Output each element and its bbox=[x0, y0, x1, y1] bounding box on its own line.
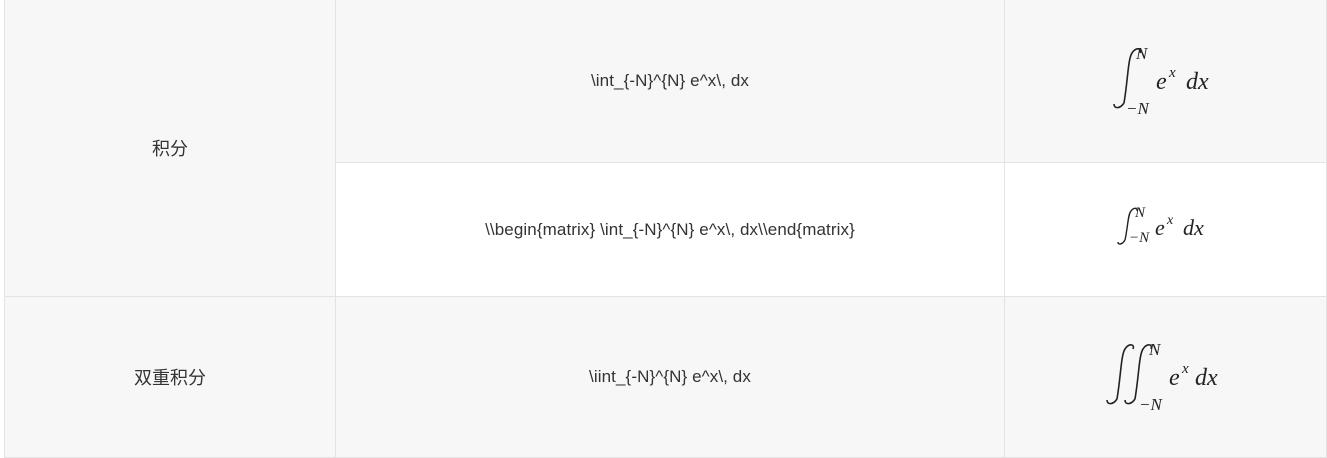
integrand-base: e bbox=[1169, 365, 1180, 391]
rendering-cell: N −N e x dx bbox=[1004, 296, 1327, 458]
lower-limit: −N bbox=[1139, 395, 1163, 414]
category-cell-double-integral: 双重积分 bbox=[4, 296, 336, 458]
lower-limit: −N bbox=[1126, 99, 1150, 118]
formula-double-integral: N −N e x dx bbox=[1101, 335, 1231, 415]
differential: dx bbox=[1186, 69, 1209, 95]
formula-integral-inline: N −N e x dx bbox=[1111, 202, 1221, 252]
lower-limit: −N bbox=[1129, 230, 1150, 246]
category-cell-integral: 积分 bbox=[4, 0, 336, 297]
code-cell: \iint_{-N}^{N} e^x\, dx bbox=[335, 296, 1005, 458]
rendering-cell: N −N e x dx bbox=[1004, 0, 1327, 163]
latex-syntax-table: 积分 \int_{-N}^{N} e^x\, dx N −N e x dx \\… bbox=[4, 0, 1327, 458]
differential: dx bbox=[1183, 215, 1204, 240]
table-row: 双重积分 \iint_{-N}^{N} e^x\, dx N −N e x dx bbox=[4, 296, 1327, 458]
code-cell: \\begin{matrix} \int_{-N}^{N} e^x\, dx\\… bbox=[335, 162, 1005, 297]
integrand-base: e bbox=[1155, 215, 1165, 240]
upper-limit: N bbox=[1134, 205, 1146, 221]
upper-limit: N bbox=[1148, 340, 1162, 359]
integrand-base: e bbox=[1156, 69, 1167, 95]
code-cell: \int_{-N}^{N} e^x\, dx bbox=[335, 0, 1005, 163]
integrand-exponent: x bbox=[1168, 65, 1176, 81]
syntax-table-frame: 积分 \int_{-N}^{N} e^x\, dx N −N e x dx \\… bbox=[4, 0, 1327, 458]
category-label: 双重积分 bbox=[134, 368, 206, 389]
formula-integral-display: N −N e x dx bbox=[1106, 39, 1226, 119]
latex-code: \iint_{-N}^{N} e^x\, dx bbox=[589, 367, 751, 386]
table-row: 积分 \int_{-N}^{N} e^x\, dx N −N e x dx bbox=[4, 0, 1327, 297]
integrand-exponent: x bbox=[1181, 361, 1189, 377]
latex-code: \int_{-N}^{N} e^x\, dx bbox=[590, 71, 749, 90]
rendering-cell: N −N e x dx bbox=[1004, 162, 1327, 297]
category-label: 积分 bbox=[152, 139, 188, 160]
differential: dx bbox=[1195, 365, 1218, 391]
integrand-exponent: x bbox=[1166, 213, 1174, 228]
latex-code: \\begin{matrix} \int_{-N}^{N} e^x\, dx\\… bbox=[485, 219, 855, 239]
upper-limit: N bbox=[1135, 44, 1149, 63]
